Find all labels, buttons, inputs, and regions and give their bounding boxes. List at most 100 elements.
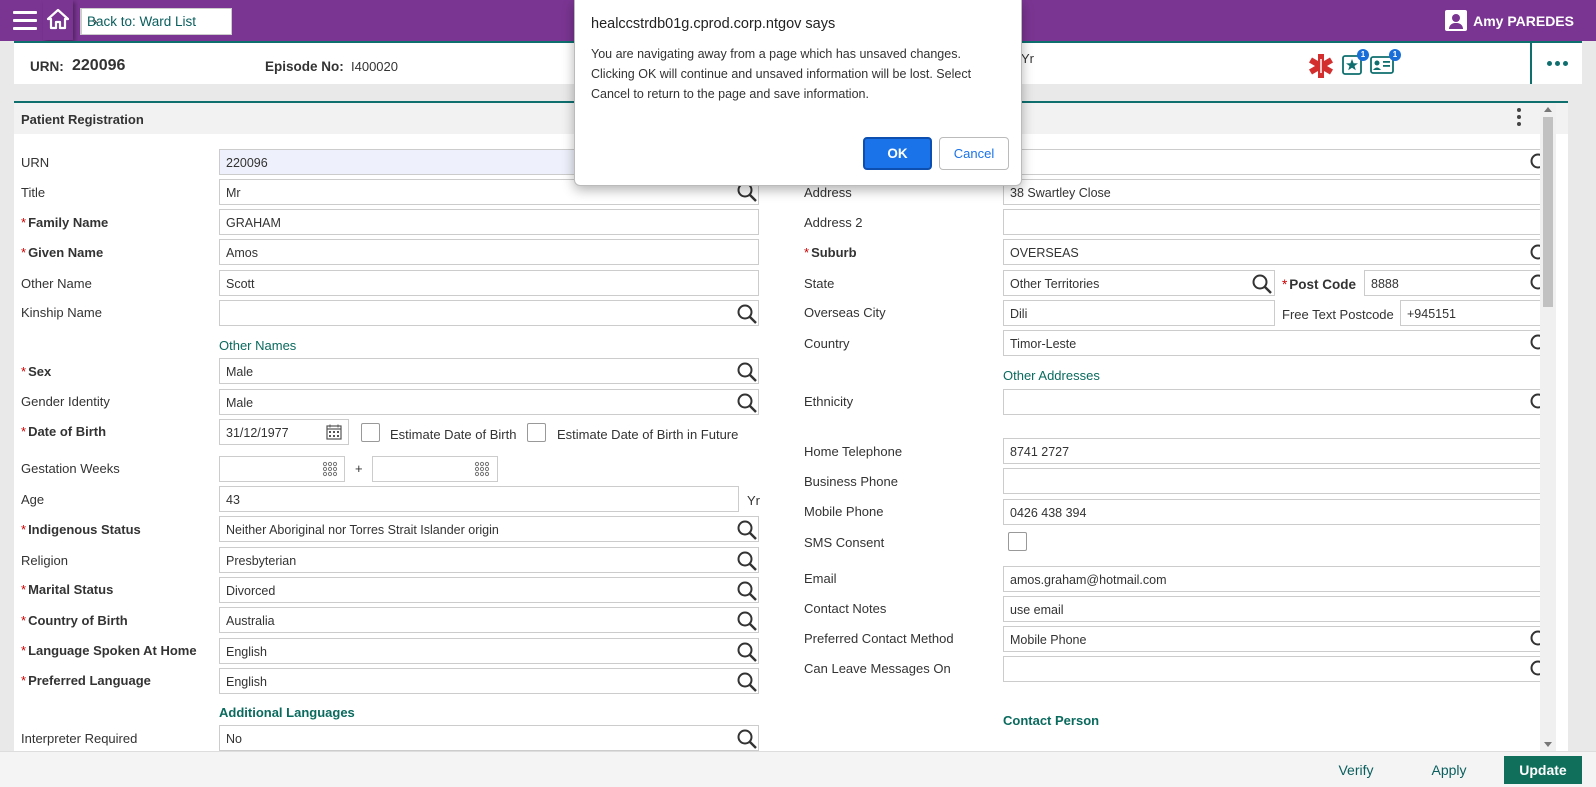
scroll-up-arrow-icon[interactable]	[1544, 107, 1552, 112]
panel-title: Patient Registration	[21, 112, 144, 127]
other-names-link[interactable]: Other Names	[219, 338, 296, 353]
interpreter-required-field[interactable]: No	[219, 725, 759, 751]
state-field[interactable]: Other Territories	[1003, 270, 1275, 296]
overseas-city-field[interactable]: Dili	[1003, 300, 1275, 326]
marital-status-field[interactable]: Divorced	[219, 577, 759, 603]
given-name-label: * Given Name	[21, 245, 104, 260]
search-icon[interactable]	[736, 580, 758, 602]
mobile-phone-field[interactable]: 0426 438 394	[1003, 499, 1552, 525]
scroll-thumb[interactable]	[1543, 117, 1553, 307]
post-code-field[interactable]: 8888	[1364, 270, 1552, 296]
search-icon[interactable]	[736, 550, 758, 572]
can-leave-messages-field[interactable]	[1003, 656, 1552, 682]
menu-icon[interactable]	[13, 11, 37, 31]
kinship-name-field[interactable]	[219, 300, 759, 326]
family-name-field[interactable]: GRAHAM	[219, 209, 759, 235]
episode-value: I400020	[351, 59, 398, 74]
other-addresses-link[interactable]: Other Addresses	[1003, 368, 1100, 383]
address-field[interactable]: 38 Swartley Close	[1003, 179, 1552, 205]
sex-field[interactable]: Male	[219, 358, 759, 384]
sms-consent-checkbox[interactable]	[1008, 532, 1027, 551]
kinship-name-label: Kinship Name	[21, 305, 102, 320]
numpad-icon[interactable]	[322, 461, 338, 477]
search-icon[interactable]	[736, 392, 758, 414]
verify-button[interactable]: Verify	[1330, 756, 1382, 784]
family-name-label: * Family Name	[21, 215, 109, 230]
indigenous-status-label: * Indigenous Status	[21, 522, 141, 537]
suburb-label: * Suburb	[804, 245, 857, 260]
sms-consent-label: SMS Consent	[804, 535, 885, 550]
dialog-cancel-button[interactable]: Cancel	[939, 137, 1009, 170]
panel-scrollbar[interactable]	[1540, 103, 1556, 751]
additional-languages-link[interactable]: Additional Languages	[219, 705, 355, 720]
numpad-icon[interactable]	[474, 461, 490, 477]
user-icon	[1445, 10, 1468, 31]
address-label: Address	[804, 185, 852, 200]
post-code-label: * Post Code	[1282, 277, 1357, 292]
religion-field[interactable]: Presbyterian	[219, 547, 759, 573]
estimate-dob-future-checkbox[interactable]	[527, 423, 546, 442]
email-field[interactable]: amos.graham@hotmail.com	[1003, 566, 1552, 592]
free-text-postcode-field[interactable]: +945151	[1400, 300, 1552, 326]
more-options-button[interactable]	[1530, 43, 1582, 84]
gestation-weeks-label: Gestation Weeks	[21, 461, 120, 476]
calendar-icon[interactable]	[326, 424, 342, 440]
ethnicity-field[interactable]	[1003, 389, 1552, 415]
marital-status-label: * Marital Status	[21, 582, 114, 597]
star-badge-count: 1	[1357, 48, 1369, 61]
contact-person-link[interactable]: Contact Person	[1003, 713, 1099, 728]
suburb-field[interactable]: OVERSEAS	[1003, 239, 1552, 265]
search-icon[interactable]	[736, 303, 758, 325]
dialog-ok-button[interactable]: OK	[863, 137, 932, 170]
user-name: Amy PAREDES	[1473, 12, 1574, 29]
religion-label: Religion	[21, 553, 68, 568]
given-name-field[interactable]: Amos	[219, 239, 759, 265]
search-icon[interactable]	[736, 728, 758, 750]
search-icon[interactable]	[736, 519, 758, 541]
language-home-field[interactable]: English	[219, 638, 759, 664]
header-icons: 1 1	[1308, 48, 1401, 79]
urn-label: URN	[21, 155, 50, 170]
search-icon[interactable]	[736, 671, 758, 693]
country-field[interactable]: Timor-Leste	[1003, 330, 1552, 356]
overseas-city-label: Overseas City	[804, 305, 886, 320]
id-card-badge-button[interactable]: 1	[1370, 48, 1401, 78]
apply-button[interactable]: Apply	[1424, 756, 1474, 784]
search-icon[interactable]	[736, 610, 758, 632]
contact-notes-field[interactable]: use email	[1003, 596, 1552, 622]
preferred-language-field[interactable]: English	[219, 668, 759, 694]
language-home-label: * Language Spoken At Home	[21, 643, 197, 658]
star-badge-button[interactable]: 1	[1342, 48, 1369, 78]
gender-identity-field[interactable]: Male	[219, 389, 759, 415]
search-icon[interactable]	[736, 361, 758, 383]
address-search-field[interactable]	[1003, 149, 1552, 175]
footer-bar: Verify Apply Update	[0, 751, 1596, 787]
country-of-birth-label: * Country of Birth	[21, 613, 128, 628]
country-of-birth-field[interactable]: Australia	[219, 607, 759, 633]
search-icon[interactable]	[736, 641, 758, 663]
home-button[interactable]	[43, 0, 73, 40]
search-icon[interactable]	[1251, 273, 1273, 295]
medical-alert-icon[interactable]	[1308, 53, 1334, 79]
preferred-contact-field[interactable]: Mobile Phone	[1003, 626, 1552, 652]
other-name-field[interactable]: Scott	[219, 270, 759, 296]
home-telephone-field[interactable]: 8741 2727	[1003, 438, 1552, 464]
scroll-down-arrow-icon[interactable]	[1544, 742, 1552, 747]
panel-menu-icon[interactable]	[1517, 108, 1523, 126]
update-button[interactable]: Update	[1504, 756, 1582, 784]
back-to-ward-list-button[interactable]: Back to: Ward List ›	[80, 8, 232, 35]
estimate-dob-label: Estimate Date of Birth	[390, 427, 517, 442]
dob-label: * Date of Birth	[21, 424, 107, 439]
email-label: Email	[804, 571, 837, 586]
age-field: 43	[219, 486, 739, 512]
address2-field[interactable]	[1003, 209, 1552, 235]
other-name-label: Other Name	[21, 276, 92, 291]
user-menu[interactable]: Amy PAREDES	[1445, 10, 1574, 31]
title-label: Title	[21, 185, 46, 200]
dialog-message: You are navigating away from a page whic…	[591, 47, 972, 101]
dialog-title: healccstrdb01g.cprod.corp.ntgov says	[591, 16, 836, 32]
business-phone-field[interactable]	[1003, 468, 1552, 494]
estimate-dob-checkbox[interactable]	[361, 423, 380, 442]
ethnicity-label: Ethnicity	[804, 394, 854, 409]
indigenous-status-field[interactable]: Neither Aboriginal nor Torres Strait Isl…	[219, 516, 759, 542]
